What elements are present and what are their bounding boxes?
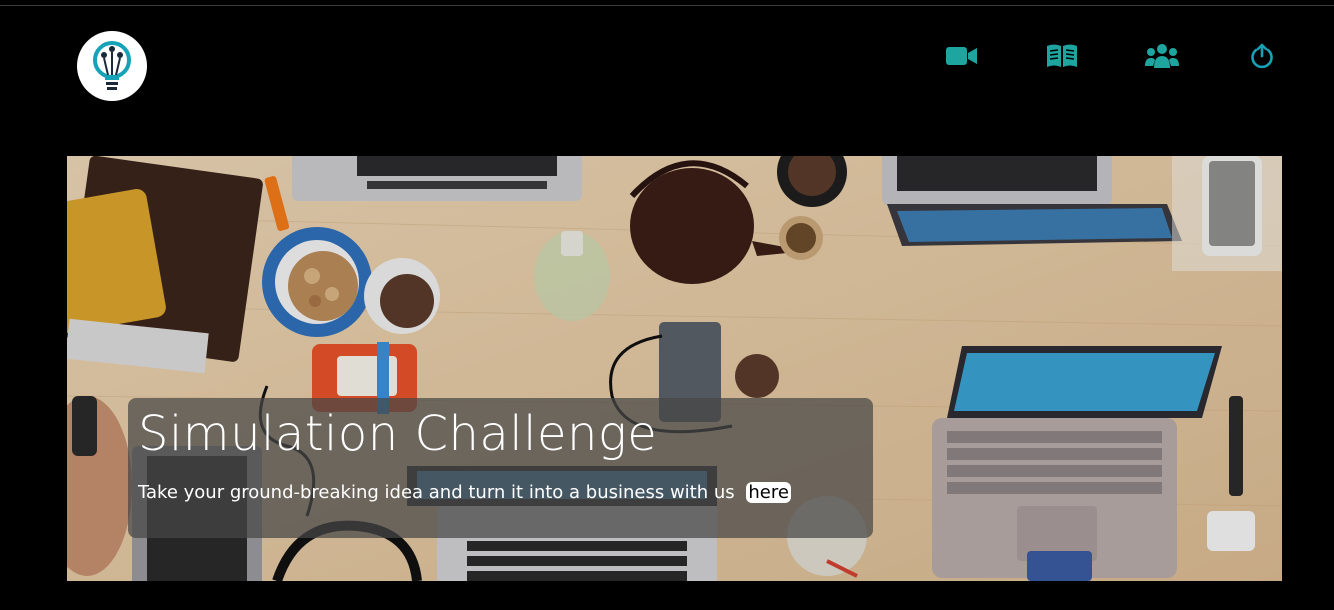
lightbulb-logo-icon[interactable] [77, 31, 147, 101]
hero-caption: Simulation Challenge Take your ground-br… [128, 398, 873, 538]
book-icon[interactable] [1046, 42, 1078, 70]
hero-banner: Simulation Challenge Take your ground-br… [67, 156, 1282, 581]
power-icon[interactable] [1249, 42, 1275, 70]
video-icon[interactable] [946, 42, 978, 70]
hero-description: Take your ground-breaking idea and turn … [138, 482, 791, 503]
hero-text: Take your ground-breaking idea and turn … [138, 482, 735, 503]
hero-title: Simulation Challenge [138, 406, 658, 462]
users-icon[interactable] [1145, 42, 1179, 70]
here-link[interactable]: here [746, 482, 791, 503]
site-header [0, 6, 1334, 136]
